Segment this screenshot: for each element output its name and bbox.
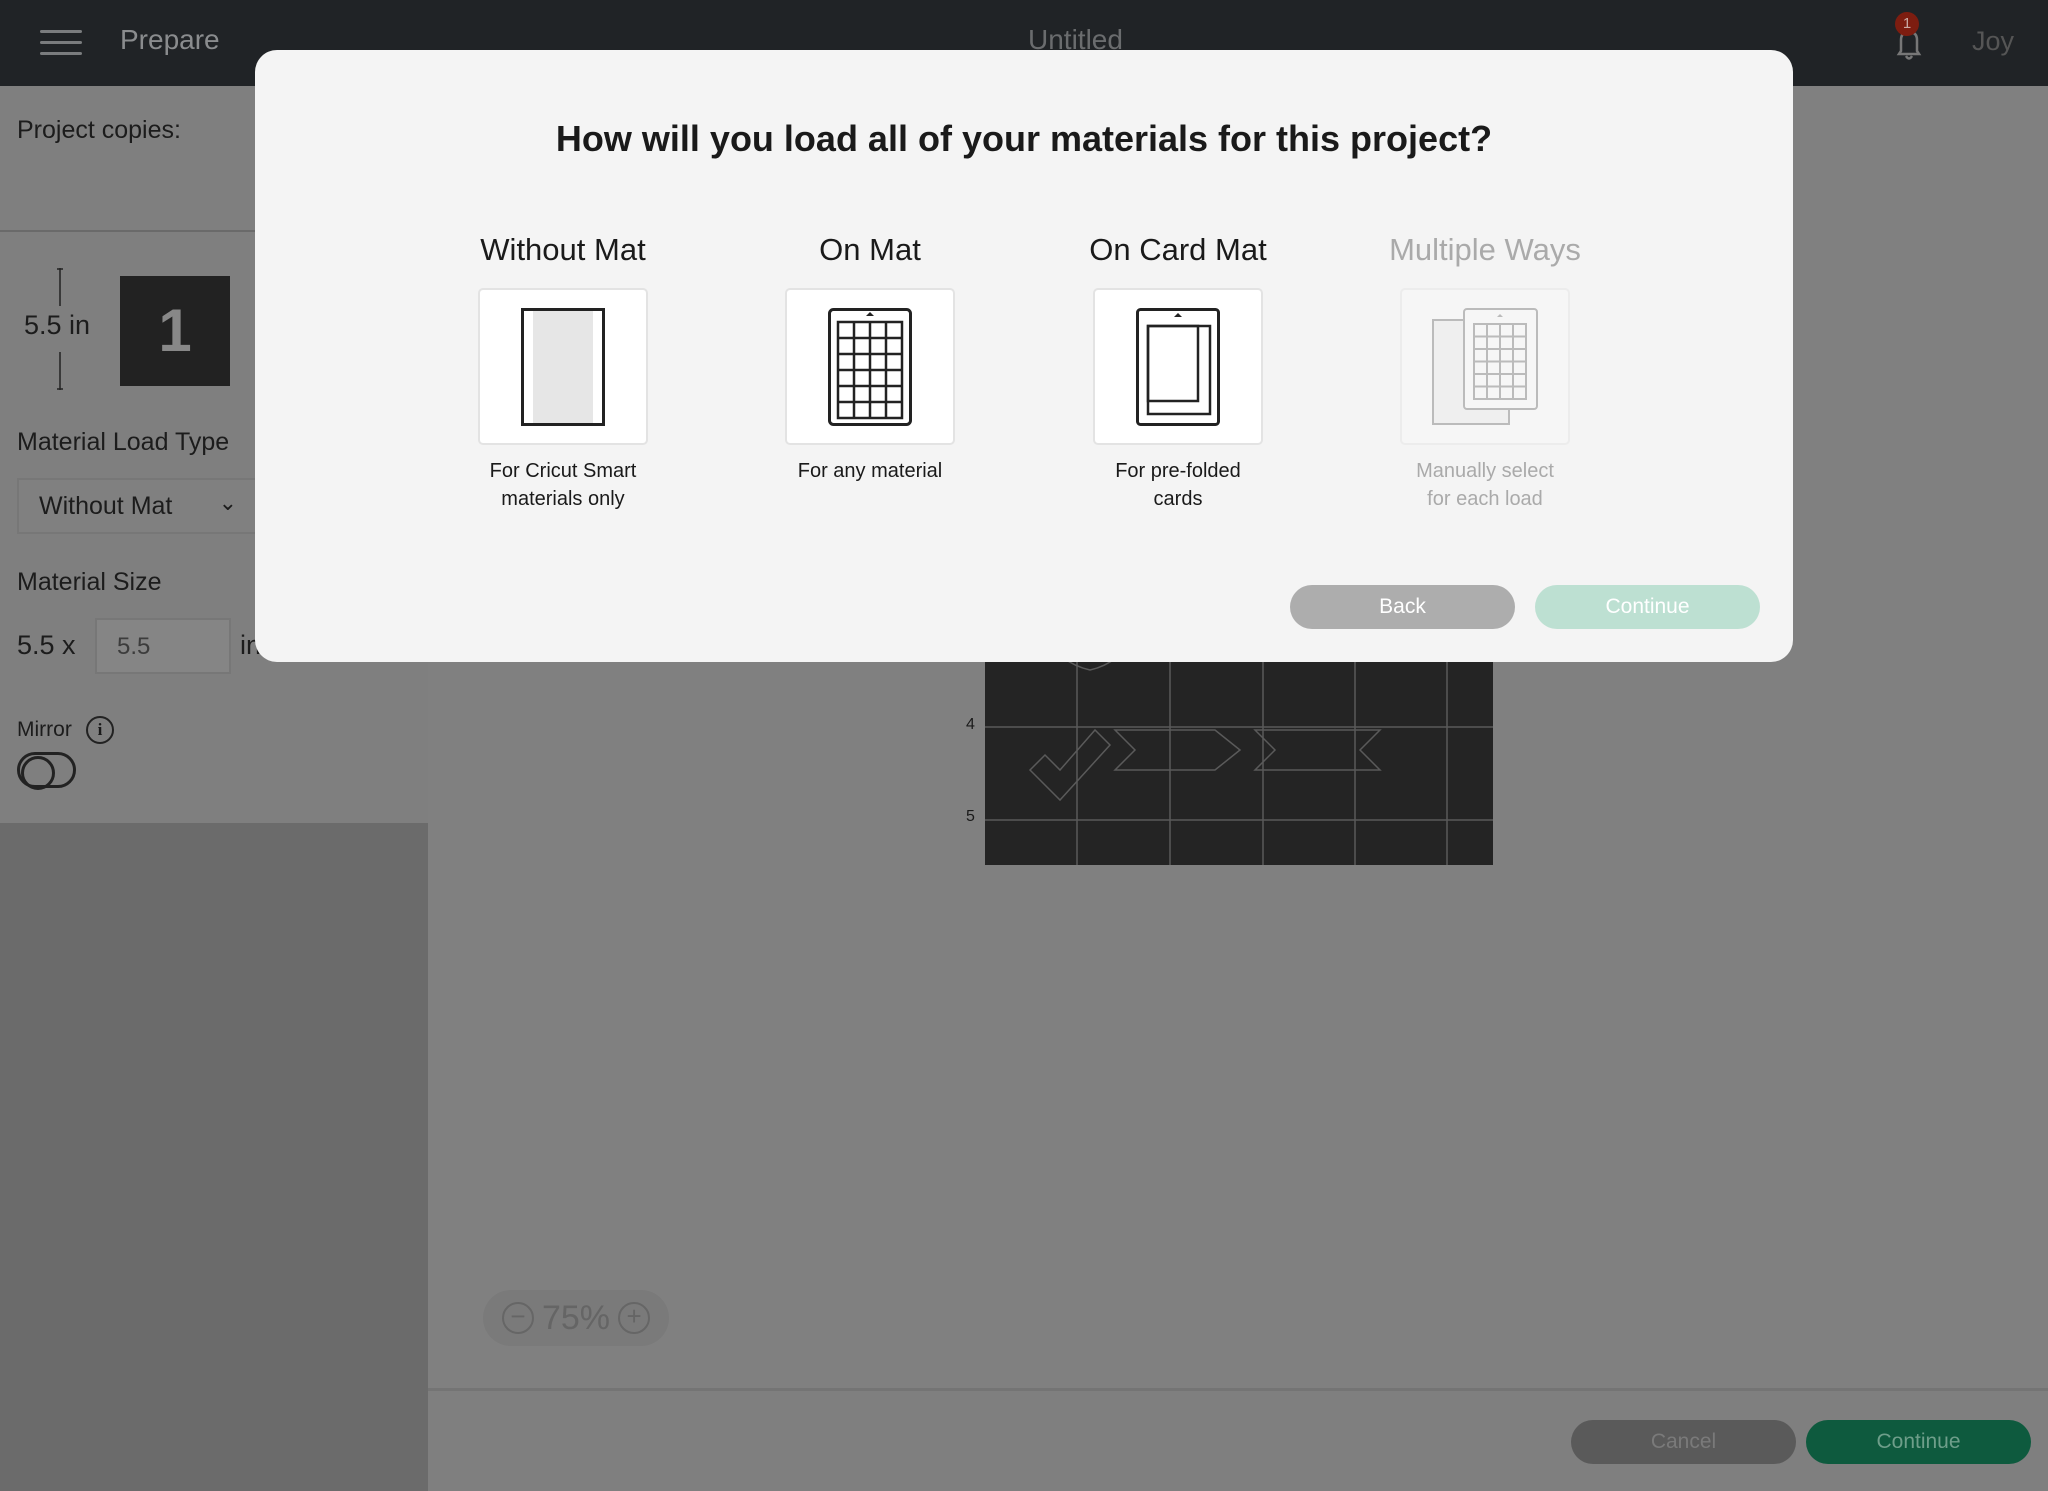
option-card[interactable] xyxy=(785,288,955,445)
material-load-type-select[interactable]: Without Mat ⌄ xyxy=(17,478,257,534)
back-button[interactable]: Back xyxy=(1290,585,1515,629)
ruler-tick: 5 xyxy=(966,808,975,825)
dialog-title: How will you load all of your materials … xyxy=(555,118,1493,159)
select-value: Without Mat xyxy=(39,492,173,520)
option-title: On Card Mat xyxy=(1089,232,1267,267)
material-width: 5.5 x xyxy=(17,630,76,660)
zoom-control: − 75% + xyxy=(483,1290,669,1346)
without-mat-icon xyxy=(521,307,605,426)
multiple-ways-icon xyxy=(1432,307,1538,425)
option-card[interactable] xyxy=(1093,288,1263,445)
option-multiple-ways: Multiple Ways Manually select for each lo… xyxy=(1365,232,1605,513)
option-card xyxy=(1400,288,1570,445)
continue-button[interactable]: Continue xyxy=(1806,1420,2031,1464)
zoom-in-icon[interactable]: + xyxy=(618,1302,651,1334)
option-title: Without Mat xyxy=(480,232,646,267)
mirror-label: Mirror xyxy=(17,718,72,741)
option-title: Multiple Ways xyxy=(1389,232,1581,267)
card-mat-icon xyxy=(1136,307,1220,426)
material-size-label: Material Size xyxy=(17,568,162,596)
option-caption: for each load xyxy=(1427,488,1543,510)
user-name[interactable]: Joy xyxy=(1972,26,2014,57)
option-caption: For pre-folded xyxy=(1115,460,1241,482)
load-materials-dialog: How will you load all of your materials … xyxy=(255,50,1793,662)
option-caption: cards xyxy=(1153,488,1203,510)
project-copies-label: Project copies: xyxy=(17,116,181,144)
option-without-mat[interactable]: Without Mat For Cricut Smart materials on… xyxy=(443,232,683,513)
material-height-input[interactable]: 5.5 xyxy=(95,618,231,674)
cancel-button[interactable]: Cancel xyxy=(1571,1420,1796,1464)
mirror-toggle[interactable] xyxy=(17,752,76,790)
mat-grid-icon xyxy=(828,307,912,426)
bottom-bar xyxy=(428,1388,2048,1491)
dialog-continue-button[interactable]: Continue xyxy=(1535,585,1760,629)
zoom-level: 75% xyxy=(541,1298,611,1337)
mat-thumbnail[interactable]: 1 xyxy=(120,276,230,386)
hamburger-menu-icon[interactable] xyxy=(40,30,82,56)
mat-height-label: 5.5 in xyxy=(24,310,91,340)
ruler-tick: 4 xyxy=(966,716,975,733)
option-caption: Manually select xyxy=(1416,460,1554,482)
info-icon[interactable]: i xyxy=(86,716,114,744)
notification-badge: 1 xyxy=(1895,12,1919,36)
chevron-down-icon: ⌄ xyxy=(218,490,237,515)
option-caption: materials only xyxy=(501,488,625,510)
section-title: Prepare xyxy=(120,24,220,55)
option-card[interactable] xyxy=(478,288,648,445)
option-title: On Mat xyxy=(819,232,921,267)
option-caption: For any material xyxy=(797,460,943,482)
option-on-card-mat[interactable]: On Card Mat For pre-folded cards xyxy=(1058,232,1298,513)
zoom-out-icon[interactable]: − xyxy=(501,1302,534,1334)
material-load-type-label: Material Load Type xyxy=(17,428,230,456)
option-caption: For Cricut Smart xyxy=(489,460,637,482)
option-on-mat[interactable]: On Mat For any material xyxy=(750,232,990,485)
